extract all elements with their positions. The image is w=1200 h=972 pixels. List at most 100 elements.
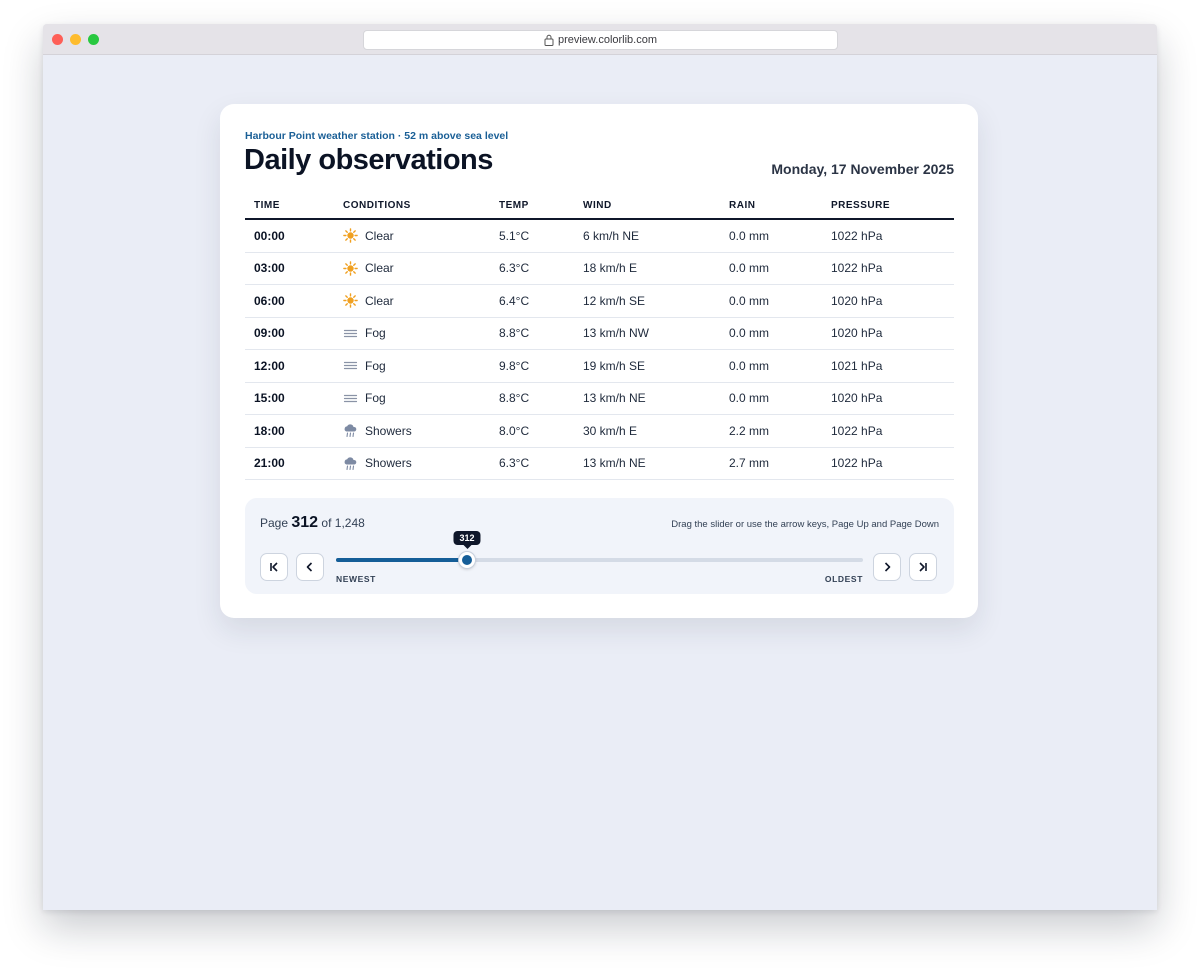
- page-title: Daily observations: [244, 144, 493, 176]
- station-subtitle: Harbour Point weather station · 52 m abo…: [245, 130, 509, 142]
- column-header-rain: RAIN: [720, 193, 822, 220]
- slider-tooltip: 312: [453, 531, 481, 549]
- observation-date: Monday, 17 November 2025: [771, 161, 954, 177]
- conditions-label: Fog: [365, 391, 386, 406]
- cell-wind: 6 km/h NE: [574, 219, 720, 253]
- cell-conditions: Showers: [334, 414, 490, 448]
- cell-pressure: 1022 hPa: [822, 447, 954, 480]
- table-header-row: TIME CONDITIONS TEMP WIND RAIN PRESSURE: [245, 193, 954, 220]
- cell-wind: 13 km/h NE: [574, 382, 720, 415]
- table-row: 15:00 Fog 8.8°C 13 km/h NE 0.0 mm 1020 hPa: [245, 382, 954, 415]
- fog-icon: [343, 329, 358, 337]
- fog-icon: [343, 394, 358, 402]
- maximize-window-button[interactable]: [88, 34, 99, 45]
- cell-rain: 0.0 mm: [720, 349, 822, 383]
- chevron-right-icon: [884, 562, 891, 572]
- slider-hint: Drag the slider or use the arrow keys, P…: [671, 519, 939, 530]
- cell-rain: 0.0 mm: [720, 219, 822, 253]
- conditions-label: Fog: [365, 358, 386, 373]
- cell-temp: 6.3°C: [490, 447, 574, 480]
- page-slider[interactable]: 312: [336, 531, 863, 568]
- chevron-left-icon: [306, 562, 313, 572]
- address-bar[interactable]: preview.colorlib.com: [363, 30, 838, 50]
- cell-pressure: 1022 hPa: [822, 252, 954, 285]
- cell-time: 00:00: [245, 219, 334, 253]
- cell-wind: 12 km/h SE: [574, 284, 720, 318]
- cell-conditions: Fog: [334, 317, 490, 350]
- conditions-label: Clear: [365, 228, 394, 243]
- page-indicator: Page 312 of 1,248: [260, 514, 365, 532]
- table-row: 18:00 Showers 8.0°C 30 km/h E 2.2 mm 1022 hP…: [245, 414, 954, 448]
- cell-time: 09:00: [245, 317, 334, 350]
- conditions-label: Showers: [365, 456, 412, 471]
- cell-rain: 0.0 mm: [720, 317, 822, 350]
- table-row: 06:00 Clear 6.4°C 12 km/h SE 0.0 mm 1020 hPa: [245, 284, 954, 318]
- oldest-label: OLDEST: [824, 574, 863, 584]
- cell-pressure: 1020 hPa: [822, 284, 954, 318]
- cell-conditions: Clear: [334, 219, 490, 253]
- cell-rain: 0.0 mm: [720, 382, 822, 415]
- cell-temp: 9.8°C: [490, 349, 574, 383]
- cell-time: 06:00: [245, 284, 334, 318]
- cell-time: 21:00: [245, 447, 334, 480]
- sun-icon: [343, 228, 358, 244]
- lock-icon: [544, 34, 554, 46]
- sun-icon: [343, 293, 358, 309]
- close-window-button[interactable]: [52, 34, 63, 45]
- page-label: Page: [260, 516, 289, 530]
- table-row: 21:00 Showers 6.3°C 13 km/h NE 2.7 mm 1022 h…: [245, 447, 954, 480]
- page-total: of 1,248: [321, 516, 365, 530]
- conditions-label: Showers: [365, 423, 412, 438]
- conditions-label: Clear: [365, 293, 394, 308]
- cell-pressure: 1020 hPa: [822, 382, 954, 415]
- column-header-wind: WIND: [574, 193, 720, 220]
- cell-wind: 13 km/h NW: [574, 317, 720, 350]
- cell-conditions: Fog: [334, 382, 490, 415]
- cell-rain: 2.7 mm: [720, 447, 822, 480]
- current-page-number: 312: [291, 514, 319, 531]
- next-page-button[interactable]: [873, 553, 901, 581]
- minimize-window-button[interactable]: [70, 34, 81, 45]
- cell-rain: 2.2 mm: [720, 414, 822, 448]
- cell-pressure: 1022 hPa: [822, 219, 954, 253]
- cell-time: 18:00: [245, 414, 334, 448]
- cell-conditions: Clear: [334, 284, 490, 318]
- showers-icon: [344, 457, 357, 470]
- cell-rain: 0.0 mm: [720, 252, 822, 285]
- cell-wind: 13 km/h NE: [574, 447, 720, 480]
- first-page-button[interactable]: [260, 553, 288, 581]
- cell-time: 03:00: [245, 252, 334, 285]
- cell-temp: 8.8°C: [490, 317, 574, 350]
- cell-wind: 30 km/h E: [574, 414, 720, 448]
- conditions-label: Fog: [365, 326, 386, 341]
- table-body: 00:00 Clear 5.1°C 6 km/h NE 0.0 mm 1022 hPa 03…: [245, 219, 954, 480]
- cell-wind: 19 km/h SE: [574, 349, 720, 383]
- column-header-conditions: CONDITIONS: [334, 193, 490, 220]
- newest-label: NEWEST: [336, 574, 376, 584]
- browser-titlebar: preview.colorlib.com: [43, 24, 1157, 55]
- browser-window: preview.colorlib.com Harbour Point weath…: [43, 24, 1157, 910]
- pagination-panel: Page 312 of 1,248 Drag the slider or use…: [245, 498, 954, 594]
- cell-pressure: 1022 hPa: [822, 414, 954, 448]
- cell-conditions: Fog: [334, 349, 490, 383]
- cell-wind: 18 km/h E: [574, 252, 720, 285]
- cell-time: 15:00: [245, 382, 334, 415]
- fog-icon: [343, 362, 358, 370]
- conditions-label: Clear: [365, 261, 394, 276]
- showers-icon: [344, 424, 357, 438]
- cell-temp: 8.0°C: [490, 414, 574, 448]
- table-row: 03:00 Clear 6.3°C 18 km/h E 0.0 mm 1022 hPa: [245, 252, 954, 285]
- address-url: preview.colorlib.com: [557, 34, 658, 46]
- last-page-button[interactable]: [909, 553, 937, 581]
- slider-fill: [336, 558, 467, 562]
- table-row: 12:00 Fog 9.8°C 19 km/h SE 0.0 mm 1021 hPa: [245, 349, 954, 383]
- cell-temp: 8.8°C: [490, 382, 574, 415]
- cell-conditions: Clear: [334, 252, 490, 285]
- previous-page-button[interactable]: [296, 553, 324, 581]
- observations-card: Harbour Point weather station · 52 m abo…: [220, 104, 978, 618]
- column-header-temp: TEMP: [490, 193, 574, 220]
- last-page-icon: [919, 562, 927, 572]
- cell-pressure: 1021 hPa: [822, 349, 954, 383]
- slider-thumb[interactable]: [459, 552, 475, 568]
- column-header-pressure: PRESSURE: [822, 193, 954, 220]
